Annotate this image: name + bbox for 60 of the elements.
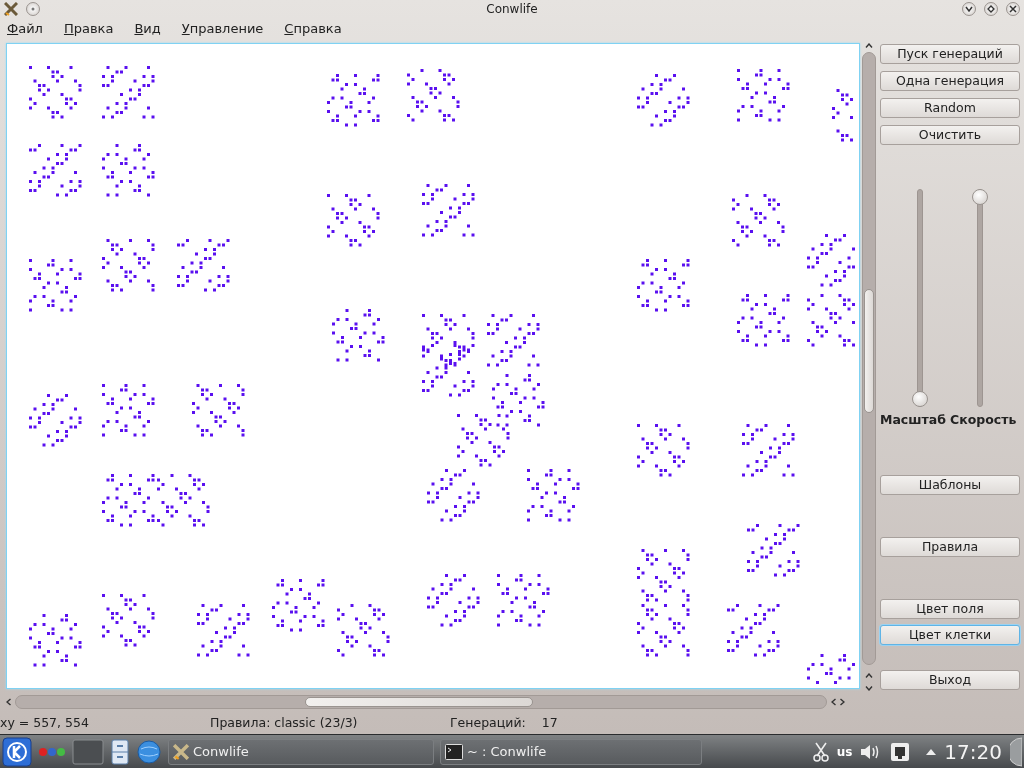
generations-label: Генераций: [450,713,526,732]
globe-icon[interactable] [136,738,162,765]
slider-thumb[interactable] [972,188,988,205]
slider-label: Скорость [949,410,1017,429]
window-title: Conwlife [486,0,538,18]
rules-status: Правила: classic (23/3) [210,713,359,732]
panel-button[interactable]: Цвет поля [880,599,1020,620]
close-button[interactable] [1006,1,1020,16]
vertical-scrollbar[interactable] [862,51,876,665]
cell-field[interactable] [6,42,860,689]
scroll-left-icon[interactable] [6,697,11,706]
slider-label: Масштаб [880,410,946,429]
dot-icon [31,6,35,11]
keyboard-layout[interactable]: us [836,742,853,761]
expand-tray-icon[interactable] [926,748,937,755]
menu-item[interactable]: Вид [134,19,171,39]
logout-icon[interactable] [1010,736,1022,767]
menu-item[interactable]: Файл [7,19,53,39]
vertical-slider[interactable] [973,188,987,407]
panel-button[interactable]: Выход [880,670,1020,691]
scroll-up-icon[interactable] [865,672,873,678]
cursor-coordinates: xy = 557, 554 [0,713,90,732]
launcher-icon[interactable] [2,736,32,767]
clock[interactable]: 17:20 [944,736,1002,767]
file-cabinet-icon[interactable] [110,738,130,765]
maximize-button[interactable] [984,1,998,16]
app-icon[interactable] [4,1,18,16]
diamond-icon [987,4,995,13]
scissors-icon[interactable] [812,741,829,762]
generations-count: 17 [541,713,558,732]
panel-button[interactable]: Очистить [880,124,1020,145]
menu-item[interactable]: Справка [284,19,352,39]
scroll-right-icon[interactable] [840,697,845,706]
scroll-down-icon[interactable] [865,685,873,691]
close-icon [1009,4,1017,13]
panel-button[interactable]: Одна генерация [880,70,1020,91]
taskbar-task[interactable]: Conwlife [168,738,434,765]
scroll-thumb[interactable] [864,288,874,413]
panel-button[interactable]: Цвет клетки [880,625,1020,646]
horizontal-scrollbar[interactable] [15,694,827,709]
panel-button[interactable]: Правила [880,537,1020,558]
panel-button[interactable]: Пуск генераций [880,43,1020,64]
vertical-slider[interactable] [913,188,927,407]
menu-item[interactable]: Правка [63,19,124,39]
network-icon[interactable] [890,741,911,762]
terminal-icon [445,743,463,760]
slider-thumb[interactable] [912,390,928,407]
scroll-thumb[interactable] [305,696,533,707]
activities-icon[interactable] [38,746,66,757]
scroll-left-icon[interactable] [831,697,836,706]
panel-button[interactable]: Random [880,97,1020,118]
caret-icon [965,5,973,12]
menu-item[interactable]: Управление [181,19,274,39]
task-label: Conwlife [193,742,249,761]
scroll-up-icon[interactable] [865,42,873,48]
task-label: ~ : Conwlife [467,742,547,761]
minimize-button[interactable] [962,1,976,16]
panel-button[interactable]: Шаблоны [880,475,1020,496]
app-icon [173,743,189,760]
taskbar-task[interactable]: ~ : Conwlife [440,738,702,765]
